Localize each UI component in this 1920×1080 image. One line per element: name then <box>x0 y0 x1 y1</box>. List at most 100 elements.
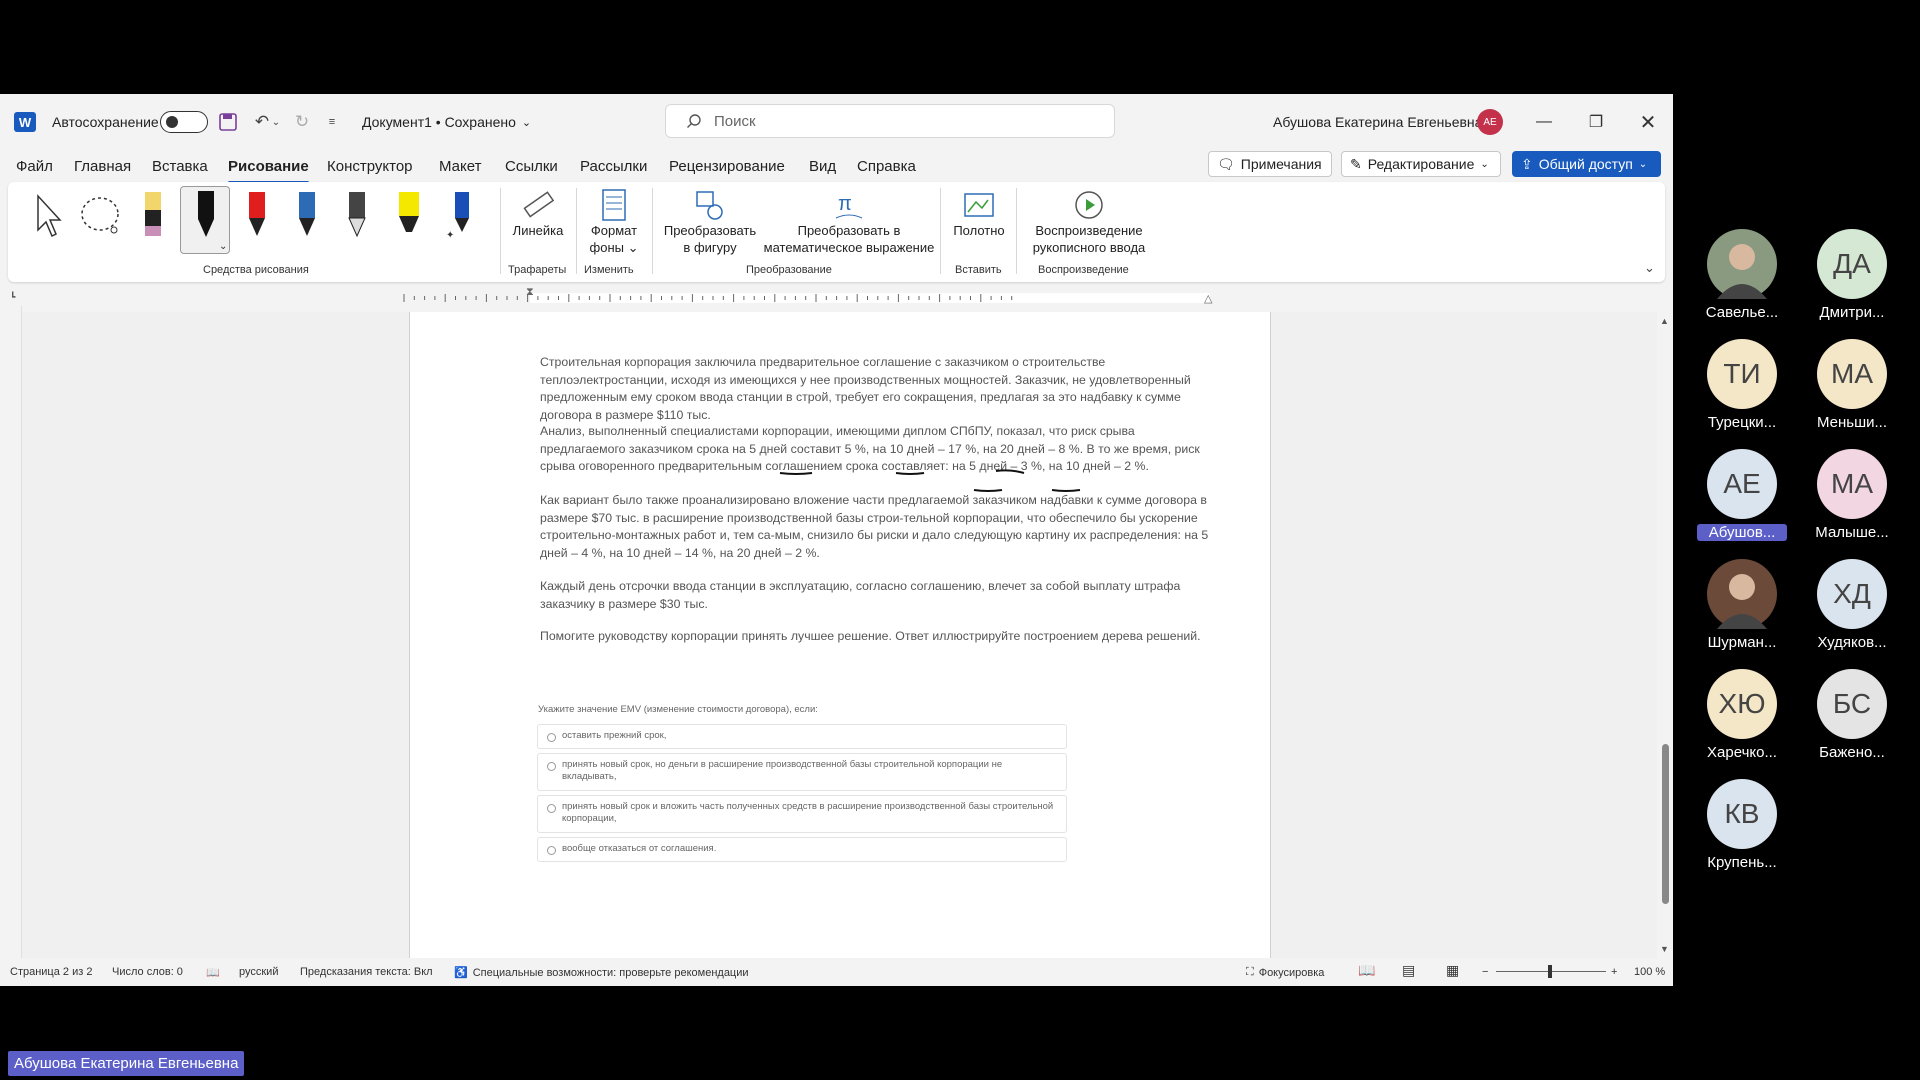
highlighter-yellow-icon[interactable] <box>392 190 426 240</box>
convert-to-math-label-2: математическое выражение <box>763 240 935 255</box>
zoom-in-icon[interactable]: + <box>1611 966 1617 978</box>
language[interactable]: русский <box>239 966 278 978</box>
action-pen-icon[interactable]: ✦ <box>444 190 478 241</box>
participant-avatar: БС <box>1817 669 1887 739</box>
minimize-icon[interactable]: — <box>1524 106 1564 138</box>
participant-tile[interactable]: ДА Дмитри... <box>1797 229 1907 329</box>
tab-draw[interactable]: Рисование <box>228 158 309 184</box>
tab-references[interactable]: Ссылки <box>505 158 558 180</box>
participant-tile[interactable]: ТИ Турецки... <box>1687 339 1797 439</box>
ink-replay-button[interactable]: Воспроизведение рукописного ввода <box>1024 188 1154 256</box>
pen-red-icon[interactable] <box>240 190 274 240</box>
group-label-edit: Изменить <box>584 264 634 276</box>
document-page[interactable]: Строительная корпорация заключила предва… <box>409 312 1271 958</box>
customize-toolbar-icon[interactable]: ≡ <box>320 110 344 134</box>
participant-photo <box>1707 559 1777 629</box>
scrollbar-thumb[interactable] <box>1662 744 1669 904</box>
tab-review[interactable]: Рецензирование <box>669 158 785 180</box>
document-title[interactable]: Документ1 • Сохранено ⌄ <box>362 112 531 132</box>
page-count[interactable]: Страница 2 из 2 <box>10 966 92 978</box>
pencil-black-icon[interactable] <box>340 190 374 240</box>
participant-tile[interactable]: Савелье... <box>1687 229 1797 329</box>
search-input[interactable]: Поиск <box>665 104 1115 138</box>
tab-file[interactable]: Файл <box>16 158 53 180</box>
restore-icon[interactable]: ❐ <box>1576 106 1616 138</box>
answer-option[interactable]: вообще отказаться от соглашения. <box>537 837 1067 862</box>
participant-tile[interactable]: МА Меньши... <box>1797 339 1907 439</box>
word-count[interactable]: Число слов: 0 <box>112 966 183 978</box>
web-layout-icon[interactable]: ▦ <box>1446 962 1459 979</box>
account-avatar[interactable]: АЕ <box>1477 109 1503 135</box>
pen-blue-icon[interactable] <box>290 190 324 240</box>
share-icon: ⇪ <box>1521 155 1533 172</box>
text-predictions[interactable]: Предсказания текста: Вкл <box>300 966 433 978</box>
comments-label: Примечания <box>1240 156 1322 172</box>
pen-highlighter-yellow-icon[interactable] <box>136 190 170 240</box>
scroll-down-icon[interactable]: ▼ <box>1660 944 1669 954</box>
editing-mode-button[interactable]: ✎ Редактирование ⌄ <box>1341 151 1501 177</box>
scroll-up-icon[interactable]: ▲ <box>1660 316 1669 326</box>
participant-tile[interactable]: БС Бажено... <box>1797 669 1907 769</box>
tab-insert[interactable]: Вставка <box>152 158 208 180</box>
pen-black-selected-icon[interactable]: ⌄ <box>180 186 230 254</box>
answer-option[interactable]: принять новый срок, но деньги в расширен… <box>537 753 1067 791</box>
answer-option[interactable]: принять новый срок и вложить часть получ… <box>537 795 1067 833</box>
tab-design[interactable]: Конструктор <box>327 158 413 180</box>
participant-tile[interactable]: АЕ Абушов... <box>1687 449 1797 549</box>
accessibility-status[interactable]: ♿ Специальные возможности: проверьте рек… <box>454 966 749 980</box>
convert-to-shape-button[interactable]: Преобразовать в фигуру <box>658 188 762 256</box>
chevron-down-icon: ⌄ <box>1480 158 1489 170</box>
ruler-button[interactable]: Линейка <box>510 188 566 239</box>
read-mode-icon[interactable]: 📖 <box>1358 962 1375 979</box>
tab-view[interactable]: Вид <box>809 158 836 180</box>
convert-to-math-button[interactable]: π Преобразовать в математическое выражен… <box>760 188 938 256</box>
status-bar: Страница 2 из 2 Число слов: 0 📖 русский … <box>0 958 1673 986</box>
autosave-toggle[interactable] <box>160 111 208 133</box>
right-indent-marker-icon[interactable]: △ <box>1204 292 1212 305</box>
vertical-scrollbar[interactable]: ▲ ▼ <box>1658 312 1673 958</box>
svg-text:✦: ✦ <box>446 230 454 240</box>
group-label-replay: Воспроизведение <box>1038 264 1129 276</box>
participant-tile[interactable]: Шурман... <box>1687 559 1797 659</box>
focus-mode-button[interactable]: ⛶ Фокусировка <box>1246 966 1324 979</box>
lasso-select-icon[interactable] <box>78 190 126 240</box>
zoom-out-icon[interactable]: − <box>1482 966 1488 978</box>
tab-mailings[interactable]: Рассылки <box>580 158 647 180</box>
vertical-ruler[interactable] <box>0 306 22 958</box>
participant-tile[interactable]: ХД Худяков... <box>1797 559 1907 659</box>
participant-tile[interactable]: ХЮ Харечко... <box>1687 669 1797 769</box>
tab-layout[interactable]: Макет <box>439 158 481 180</box>
participant-name: Крупень... <box>1707 854 1777 871</box>
zoom-level[interactable]: 100 % <box>1634 966 1665 978</box>
comments-button[interactable]: 🗨 Примечания <box>1208 151 1332 177</box>
participant-tile[interactable]: КВ Крупень... <box>1687 779 1797 879</box>
tab-help[interactable]: Справка <box>857 158 916 180</box>
undo-dropdown-icon[interactable]: ⌄ <box>270 110 282 134</box>
answer-option[interactable]: оставить прежний срок, <box>537 724 1067 749</box>
collapse-ribbon-icon[interactable]: ⌄ <box>1644 260 1655 276</box>
account-name[interactable]: Абушова Екатерина Евгеньевна <box>1273 112 1482 132</box>
svg-text:⌄: ⌄ <box>219 241 227 252</box>
accessibility-label: Специальные возможности: проверьте реком… <box>472 966 749 979</box>
proofing-icon[interactable]: 📖 <box>206 966 220 979</box>
math-convert-icon: π <box>835 193 863 219</box>
background-format-button[interactable]: Формат фоны ⌄ <box>582 188 646 256</box>
document-canvas[interactable]: Строительная корпорация заключила предва… <box>22 312 1657 958</box>
page-format-icon <box>602 189 626 221</box>
close-icon[interactable]: ✕ <box>1628 106 1668 138</box>
zoom-slider-thumb[interactable] <box>1548 965 1552 978</box>
ribbon-separator <box>576 188 577 274</box>
redo-icon[interactable]: ↻ <box>290 110 314 134</box>
participant-avatar: МА <box>1817 449 1887 519</box>
tab-home[interactable]: Главная <box>74 158 131 180</box>
select-arrow-icon[interactable] <box>30 190 64 240</box>
focus-label: Фокусировка <box>1258 966 1325 979</box>
horizontal-ruler[interactable]: ┗ ⧗ △ <box>0 286 1673 306</box>
participant-tile[interactable]: МА Малыше... <box>1797 449 1907 549</box>
save-icon[interactable] <box>216 110 240 134</box>
indent-marker-icon[interactable]: ⧗ <box>526 286 534 299</box>
print-layout-icon[interactable]: ▤ <box>1402 962 1415 979</box>
ink-replay-label-2: рукописного ввода <box>1032 240 1146 255</box>
canvas-button[interactable]: Полотно <box>948 188 1010 239</box>
share-button[interactable]: ⇪ Общий доступ ⌄ <box>1512 151 1661 177</box>
